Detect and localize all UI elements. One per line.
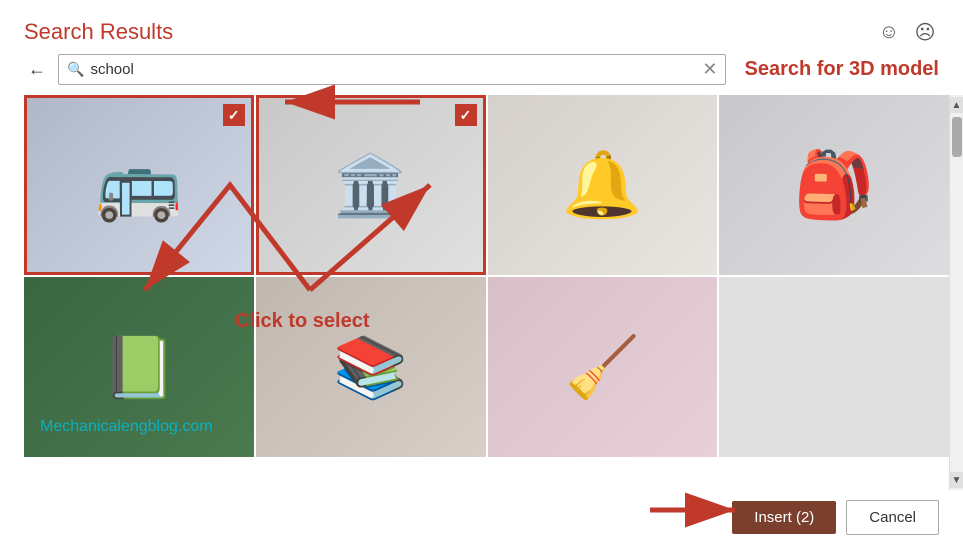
search-results-dialog: Search Results ☺ ☹ ← 🔍 ✕ Search for 3D m… (0, 0, 963, 545)
cancel-button[interactable]: Cancel (846, 500, 939, 535)
bottom-bar: Insert (2) Cancel (0, 490, 963, 545)
results-grid: ✓ 🚌 ✓ 🏛️ 🔔 🎒 📗 📚 (24, 95, 949, 490)
back-button[interactable]: ← (24, 55, 50, 84)
books-icon: 📚 (333, 332, 408, 403)
scroll-down-button[interactable]: ▼ (950, 472, 963, 488)
smile-icon[interactable]: ☺ (875, 18, 903, 46)
grid-area: ✓ 🚌 ✓ 🏛️ 🔔 🎒 📗 📚 (24, 95, 963, 490)
checkbox-building: ✓ (455, 104, 477, 126)
eraser-icon: 🧹 (565, 332, 640, 403)
checkbox-bus: ✓ (223, 104, 245, 126)
building-icon: 🏛️ (333, 150, 408, 221)
clear-button[interactable]: ✕ (702, 59, 717, 80)
grid-item-empty (719, 277, 949, 457)
grid-item-books[interactable]: 📚 (256, 277, 486, 457)
chalkboard-icon: 📗 (102, 332, 177, 403)
grid-item-chalkboard[interactable]: 📗 (24, 277, 254, 457)
grid-item-backpack[interactable]: 🎒 (719, 95, 949, 275)
scrollbar[interactable]: ▲ ▼ (949, 95, 963, 490)
grid-item-eraser[interactable]: 🧹 (488, 277, 718, 457)
frown-icon[interactable]: ☹ (911, 18, 939, 46)
grid-item-bell[interactable]: 🔔 (488, 95, 718, 275)
search-icon: 🔍 (67, 61, 84, 78)
header-icons: ☺ ☹ (875, 18, 939, 46)
backpack-icon: 🎒 (794, 147, 875, 223)
insert-button[interactable]: Insert (2) (732, 501, 836, 534)
grid-item-building[interactable]: ✓ 🏛️ (256, 95, 486, 275)
page-title: Search Results (24, 19, 173, 45)
scroll-up-button[interactable]: ▲ (950, 97, 963, 113)
search-bar: ← 🔍 ✕ Search for 3D model (24, 54, 939, 85)
header: Search Results ☺ ☹ (0, 0, 963, 54)
grid-item-bus[interactable]: ✓ 🚌 (24, 95, 254, 275)
bell-icon: 🔔 (562, 147, 643, 223)
search-input[interactable] (90, 61, 698, 78)
search-label: Search for 3D model (744, 58, 939, 81)
search-input-wrapper: 🔍 ✕ (58, 54, 726, 85)
bus-icon: 🚌 (95, 144, 182, 226)
scroll-thumb[interactable] (952, 117, 962, 157)
